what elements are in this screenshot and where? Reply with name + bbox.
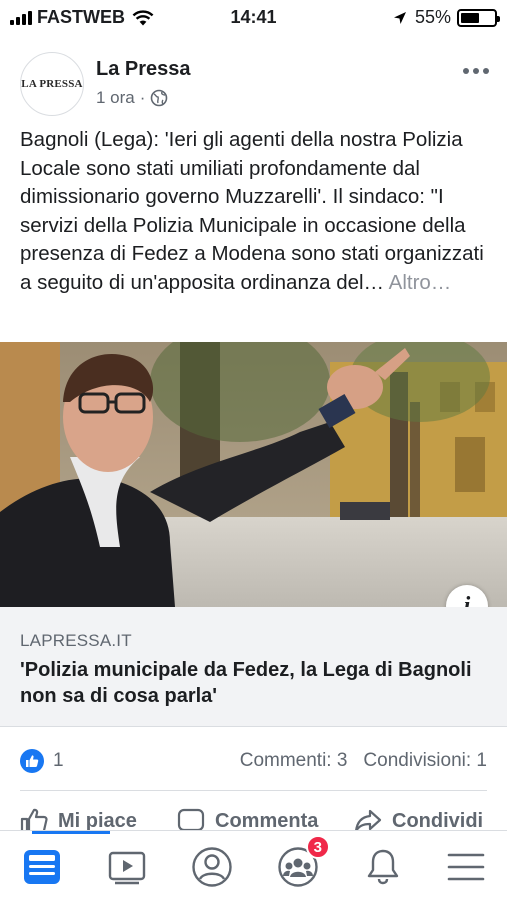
tab-news-feed[interactable] <box>20 845 64 889</box>
battery-percent: 55% <box>414 7 451 27</box>
tab-watch[interactable] <box>105 845 149 889</box>
post-text: Bagnoli (Lega): 'Ieri gli agenti della n… <box>20 126 490 298</box>
active-tab-indicator <box>32 831 110 834</box>
link-image[interactable] <box>0 342 507 607</box>
see-more-link[interactable]: Altro… <box>389 271 452 294</box>
battery-fill <box>461 12 479 23</box>
page-name[interactable]: La Pressa <box>96 58 191 81</box>
post-body: Bagnoli (Lega): 'Ieri gli agenti della n… <box>20 128 484 294</box>
news-feed-icon <box>24 850 60 884</box>
post-meta: 1 ora · <box>96 88 168 108</box>
status-bar: FASTWEB 14:41 55% <box>0 0 507 34</box>
battery-icon <box>457 8 500 27</box>
comments-count[interactable]: Commenti: 3 <box>240 750 348 772</box>
like-reaction-icon[interactable] <box>20 749 44 773</box>
engagement-counts: Commenti: 3 Condivisioni: 1 <box>240 750 487 772</box>
bell-icon <box>367 849 399 885</box>
reaction-count[interactable]: 1 <box>53 750 64 772</box>
link-domain: LAPRESSA.IT <box>20 631 132 650</box>
profile-icon <box>192 847 232 887</box>
globe-icon <box>151 89 168 107</box>
hamburger-menu-icon <box>447 853 485 881</box>
shares-count[interactable]: Condivisioni: 1 <box>363 750 487 772</box>
news-photo <box>0 342 507 607</box>
page-avatar[interactable]: LA PRESSA <box>20 52 84 116</box>
location-arrow-icon <box>393 11 406 24</box>
bottom-tab-bar: 3 <box>0 830 507 900</box>
tab-notifications[interactable] <box>361 845 405 889</box>
tab-profile[interactable] <box>190 845 234 889</box>
video-icon <box>108 851 146 885</box>
tab-menu[interactable] <box>444 845 488 889</box>
link-preview[interactable]: LAPRESSA.IT 'Polizia municipale da Fedez… <box>0 607 507 727</box>
meta-separator: · <box>139 88 146 107</box>
post-header: LA PRESSA La Pressa 1 ora · <box>0 50 507 120</box>
reactions-bar: 1 Commenti: 3 Condivisioni: 1 <box>0 745 507 777</box>
divider <box>20 790 487 791</box>
status-right: 55% <box>393 7 500 28</box>
groups-notification-badge: 3 <box>305 835 330 859</box>
post-time[interactable]: 1 ora <box>96 88 135 108</box>
link-title: 'Polizia municipale da Fedez, la Lega di… <box>20 659 472 707</box>
avatar-logo: LA PRESSA <box>21 78 83 90</box>
tab-groups[interactable]: 3 <box>276 835 330 889</box>
more-options-button[interactable] <box>463 68 489 74</box>
